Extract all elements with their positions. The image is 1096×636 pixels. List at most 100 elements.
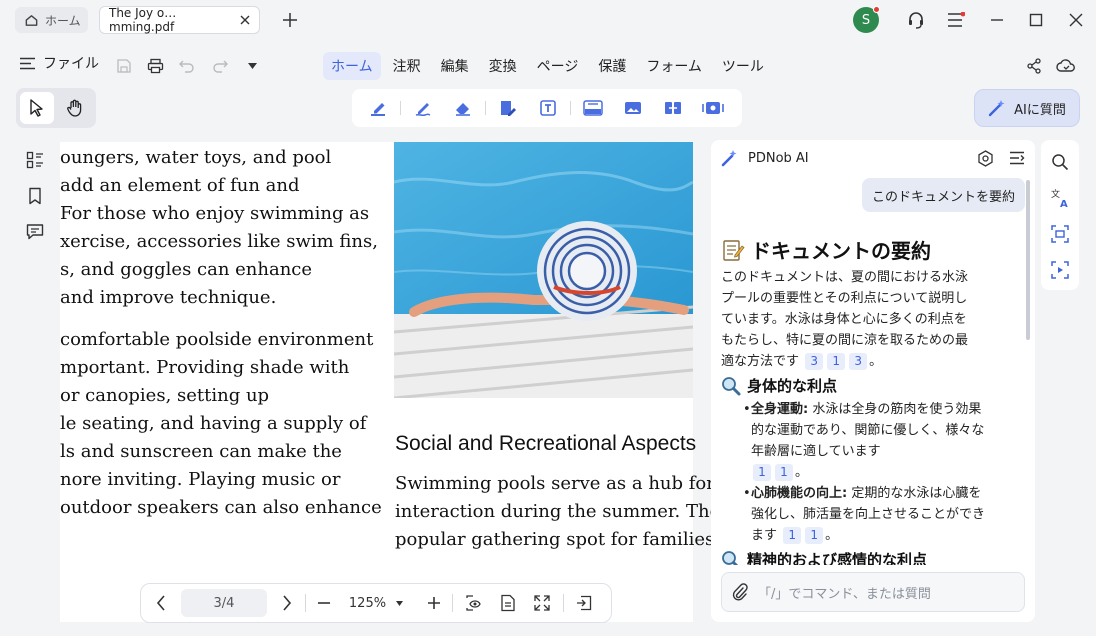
search-button[interactable]	[1041, 144, 1079, 180]
page-number-input[interactable]: 3/4	[181, 589, 267, 617]
menu-tools-label: ツール	[721, 59, 764, 75]
minimize-icon	[990, 13, 1004, 27]
menu-protect[interactable]: 保護	[590, 52, 634, 80]
ai-chat-input[interactable]: 「/」でコマンド、または質問	[721, 572, 1025, 612]
memo-icon	[721, 238, 745, 262]
toolbar-separator	[570, 101, 571, 115]
file-menu-button[interactable]: ファイル	[20, 53, 99, 73]
svg-text:文: 文	[1051, 188, 1060, 200]
maximize-button[interactable]	[1024, 8, 1048, 32]
reference-chip[interactable]: 3	[805, 353, 824, 370]
ai-panel-scrollbar[interactable]	[1026, 180, 1030, 340]
print-button[interactable]	[143, 54, 167, 78]
menu-protect-label: 保護	[598, 59, 627, 75]
bullet-cardio: • 心肺機能の向上: 定期的な水泳は心臓を強化し、肺活量を向上させることができま…	[743, 483, 987, 546]
image-tool-button[interactable]	[613, 93, 653, 123]
text-box-tool-button[interactable]	[528, 93, 568, 123]
bookmark-icon	[27, 187, 43, 205]
reference-chip[interactable]: 1	[783, 527, 802, 544]
main-menu-button[interactable]	[944, 8, 968, 32]
pager-separator	[563, 594, 564, 612]
bookmarks-button[interactable]	[14, 178, 56, 214]
avatar[interactable]: S	[853, 6, 880, 33]
screen-record-tool-button[interactable]	[693, 93, 733, 123]
screenshot-button[interactable]	[1041, 216, 1079, 252]
section1-heading: 身体的な利点	[721, 375, 837, 396]
menu-home[interactable]: ホーム	[323, 52, 381, 80]
minus-icon	[317, 596, 331, 610]
paperclip-icon[interactable]	[732, 583, 748, 601]
next-page-button[interactable]	[273, 591, 301, 615]
ocr-tool-button[interactable]	[573, 93, 613, 123]
hand-icon	[66, 99, 84, 117]
cloud-button[interactable]	[1054, 54, 1078, 78]
reference-chip[interactable]: 1	[805, 527, 824, 544]
edit-text-tool-button[interactable]	[488, 93, 528, 123]
previous-page-button[interactable]	[147, 591, 175, 615]
ask-ai-button[interactable]: AIに質問	[974, 89, 1080, 127]
reference-chip[interactable]: 1	[775, 464, 793, 481]
zoom-level-select[interactable]: 125%	[338, 596, 414, 611]
record-screen-icon	[1051, 261, 1069, 279]
undo-button[interactable]	[175, 54, 199, 78]
quick-access-dropdown[interactable]	[240, 54, 264, 78]
eraser-tool-button[interactable]	[443, 93, 483, 123]
record-button[interactable]	[1041, 252, 1079, 288]
redo-button[interactable]	[208, 54, 232, 78]
pen-tool-button[interactable]	[403, 93, 443, 123]
collapse-panel-button[interactable]	[1005, 146, 1029, 170]
document-text-line: interaction during the summer. The	[395, 501, 721, 522]
view-mode-button[interactable]	[457, 591, 491, 615]
support-button[interactable]	[904, 8, 928, 32]
summary-heading: ドキュメントの要約	[721, 235, 931, 264]
pager-separator	[452, 594, 453, 612]
select-tool-button[interactable]	[20, 92, 54, 124]
highlight-tool-button[interactable]	[358, 93, 398, 123]
reference-chip[interactable]: 1	[753, 464, 771, 481]
pool-photo	[394, 142, 693, 398]
fit-page-button[interactable]	[525, 591, 559, 615]
exit-pager-button[interactable]	[568, 591, 600, 615]
reference-chip[interactable]: 3	[849, 353, 868, 370]
zoom-out-button[interactable]	[310, 591, 338, 615]
share-button[interactable]	[1022, 54, 1046, 78]
menu-tools[interactable]: ツール	[714, 52, 772, 80]
bullet-text-end: 。	[825, 528, 839, 543]
translate-button[interactable]: 文A	[1041, 180, 1079, 216]
expand-icon	[534, 595, 550, 611]
ai-conversation[interactable]: PDNob AI このドキュメントを要約 ドキュメントの要約 このドキュメントは…	[711, 140, 1035, 565]
new-tab-button[interactable]	[278, 8, 302, 32]
plus-icon	[282, 12, 298, 28]
comment-icon	[26, 223, 44, 241]
menu-page[interactable]: ページ	[529, 52, 587, 80]
comments-button[interactable]	[14, 214, 56, 250]
image-icon	[623, 98, 643, 118]
hand-tool-button[interactable]	[58, 92, 92, 124]
save-button[interactable]	[112, 54, 136, 78]
maximize-icon	[1029, 13, 1043, 27]
zoom-level-value: 125%	[348, 595, 387, 611]
hamburger-icon	[20, 57, 35, 70]
menu-form[interactable]: フォーム	[638, 52, 710, 80]
menu-annotate[interactable]: 注釈	[385, 52, 429, 80]
user-message-text: このドキュメントを要約	[871, 189, 1015, 205]
menu-edit[interactable]: 編集	[433, 52, 477, 80]
close-window-button[interactable]	[1064, 8, 1088, 32]
menu-convert[interactable]: 変換	[481, 52, 525, 80]
bullet-dot: •	[743, 402, 751, 417]
document-paragraph: Swimming pools serve as a hub for intera…	[395, 470, 720, 554]
text-box-icon	[538, 98, 558, 118]
page-layout-button[interactable]	[491, 591, 525, 615]
zoom-in-button[interactable]	[420, 591, 448, 615]
home-tab[interactable]: ホーム	[15, 7, 88, 33]
close-tab-icon[interactable]	[239, 14, 251, 26]
compare-tool-button[interactable]	[653, 93, 693, 123]
document-tab[interactable]: The Joy o…mming.pdf	[99, 6, 260, 34]
thumbnails-button[interactable]	[14, 142, 56, 178]
minimize-button[interactable]	[985, 8, 1009, 32]
reference-chip[interactable]: 1	[827, 353, 846, 370]
left-sidebar	[14, 142, 56, 252]
eraser-icon	[453, 98, 473, 118]
ai-settings-button[interactable]	[973, 146, 997, 170]
gear-icon	[977, 149, 994, 167]
